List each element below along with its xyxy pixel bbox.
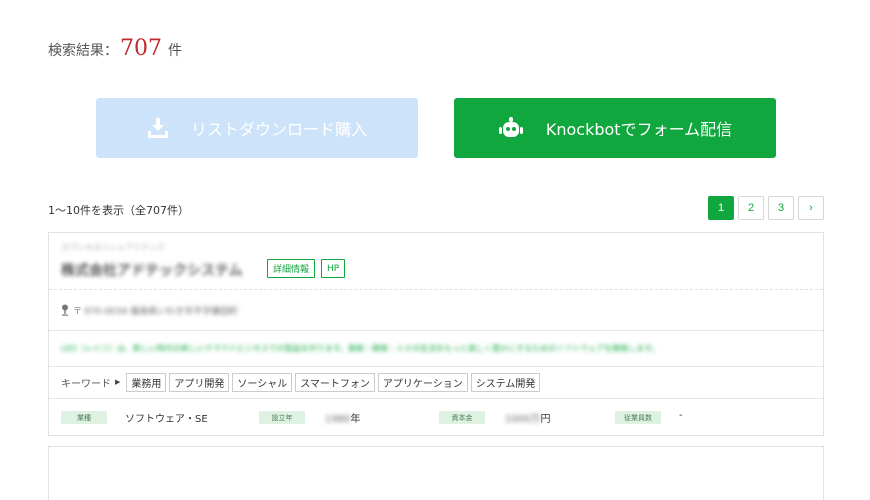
result-count: 検索結果： 707 件 bbox=[48, 36, 182, 61]
robot-icon bbox=[498, 117, 524, 139]
industry-value: ソフトウェア・SE bbox=[125, 414, 208, 425]
capital-label: 資本金 bbox=[439, 411, 485, 424]
keyword-tag[interactable]: 業務用 bbox=[126, 372, 167, 392]
company-info-row: 業種 ソフトウェア・SE 設立年 1980年 資本金 1000万円 従業員数 - bbox=[49, 398, 823, 436]
keyword-tag[interactable]: ソーシャル bbox=[232, 372, 293, 392]
company-name-kana: カブシキガイシャアドテック bbox=[61, 243, 165, 252]
detail-info-button[interactable]: 詳細情報 bbox=[267, 259, 316, 278]
triangle-right-icon: ▶ bbox=[115, 378, 121, 386]
keyword-tag[interactable]: スマートフォン bbox=[295, 372, 375, 392]
keyword-label: キーワード bbox=[61, 378, 111, 390]
founded-value: 1980年 bbox=[325, 410, 360, 425]
founded-year: 1980 bbox=[325, 414, 351, 425]
download-icon bbox=[147, 118, 169, 138]
capital-unit: 円 bbox=[540, 414, 551, 425]
page-1-button[interactable]: 1 bbox=[708, 196, 734, 220]
result-count-unit: 件 bbox=[168, 43, 182, 59]
keyword-row: キーワード ▶ 業務用 アプリ開発 ソーシャル スマートフォン アプリケーション… bbox=[49, 366, 823, 398]
showing-range-text: 1〜10件を表示（全707件） bbox=[48, 204, 189, 217]
result-count-number: 707 bbox=[120, 36, 162, 61]
company-description: LEO（レイジ）は、新しい時代の新しいクラウドビジネスでの製品を作ります。業務・… bbox=[61, 343, 660, 353]
list-download-button[interactable]: リストダウンロード購入 bbox=[96, 98, 418, 158]
knockbot-form-label: Knockbotでフォーム配信 bbox=[545, 120, 733, 139]
homepage-button[interactable]: HP bbox=[321, 259, 346, 278]
capital-amount: 1000万 bbox=[505, 414, 541, 425]
knockbot-form-button[interactable]: Knockbotでフォーム配信 bbox=[454, 98, 776, 158]
result-count-label: 検索結果： bbox=[48, 43, 118, 59]
pagination: 1 2 3 › bbox=[708, 196, 824, 220]
employees-value: - bbox=[679, 410, 683, 421]
keyword-tag[interactable]: アプリ開発 bbox=[169, 372, 230, 392]
result-card: カブシキガイシャアドテック 株式会社アドテックシステム 詳細情報 HP 〒 97… bbox=[48, 232, 824, 436]
page-3-button[interactable]: 3 bbox=[768, 196, 794, 220]
result-card bbox=[48, 446, 824, 500]
address-row: 〒 970-0034 福島県いわき市平字鎌田町 bbox=[49, 290, 823, 330]
page-2-button[interactable]: 2 bbox=[738, 196, 764, 220]
chevron-right-icon: › bbox=[809, 202, 813, 214]
capital-value: 1000万円 bbox=[505, 410, 550, 425]
description-row: LEO（レイジ）は、新しい時代の新しいクラウドビジネスでの製品を作ります。業務・… bbox=[49, 330, 823, 366]
company-address: 970-0034 福島県いわき市平字鎌田町 bbox=[84, 306, 239, 317]
postal-mark: 〒 bbox=[73, 306, 83, 317]
keyword-tag[interactable]: システム開発 bbox=[470, 372, 541, 392]
founded-unit: 年 bbox=[350, 414, 361, 425]
next-page-button[interactable]: › bbox=[798, 196, 824, 220]
list-download-label: リストダウンロード購入 bbox=[190, 120, 367, 139]
founded-label: 設立年 bbox=[259, 411, 305, 424]
industry-label: 業種 bbox=[61, 411, 107, 424]
keyword-tag[interactable]: アプリケーション bbox=[377, 372, 468, 392]
employees-label: 従業員数 bbox=[615, 411, 661, 424]
company-name[interactable]: 株式会社アドテックシステム bbox=[61, 260, 243, 280]
map-pin-icon bbox=[61, 304, 69, 316]
